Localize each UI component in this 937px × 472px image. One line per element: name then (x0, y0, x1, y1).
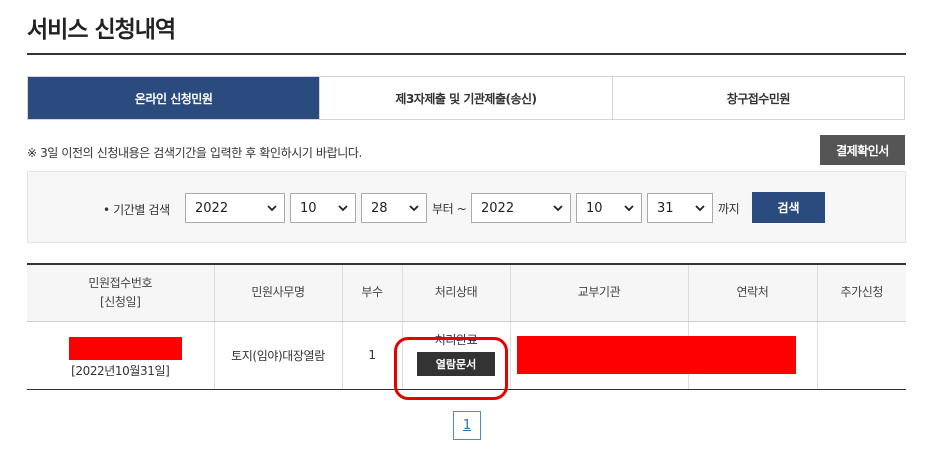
to-suffix-text: 까지 (718, 202, 740, 216)
from-month-select[interactable]: 10 (290, 193, 356, 223)
header-status: 처리상태 (401, 264, 510, 322)
notice-text: ※ 3일 이전의 신청내용은 검색기간을 입력한 후 확인하시기 바랍니다. (27, 146, 362, 160)
header-agency: 교부기관 (509, 264, 688, 322)
search-period-label: • 기간별 검색 (103, 203, 170, 217)
search-panel: • 기간별 검색 2022 10 28 부터 ~ 2022 10 31 까지 검… (27, 171, 906, 243)
chevron-down-icon (624, 205, 634, 212)
cell-agency (509, 321, 796, 390)
receipt-date: [2022년10월31일] (71, 363, 170, 378)
chevron-down-icon (409, 205, 419, 212)
chevron-down-icon (267, 205, 277, 212)
from-suffix-text: 부터 ~ (432, 202, 467, 216)
chevron-down-icon (338, 205, 348, 212)
cell-contact (687, 321, 817, 390)
header-copies: 부수 (341, 264, 402, 322)
highlight-annotation-circle (394, 337, 508, 400)
header-contact: 연락처 (687, 264, 817, 322)
from-month-value: 10 (300, 200, 317, 216)
payment-confirmation-button[interactable]: 결제확인서 (820, 135, 905, 165)
cell-copies: 1 (341, 321, 402, 390)
search-button[interactable]: 검색 (752, 192, 825, 223)
to-month-select[interactable]: 10 (576, 193, 642, 223)
to-day-value: 31 (657, 200, 674, 216)
cell-extra-request (816, 321, 906, 390)
cell-receipt-no: [2022년10월31일] (27, 321, 214, 390)
title-divider (27, 53, 906, 55)
redacted-receipt-number (69, 336, 182, 360)
from-day-value: 28 (371, 200, 388, 216)
header-receipt-no-label: 민원접수번호 (88, 275, 153, 290)
tab-bar: 온라인 신청민원 제3자제출 및 기관제출(송신) 창구접수민원 (27, 76, 905, 120)
table-header-row: 민원접수번호 [신청일] 민원사무명 부수 처리상태 교부기관 연락처 추가신청 (27, 264, 906, 322)
header-receipt-date-label: [신청일] (100, 294, 141, 309)
from-year-value: 2022 (195, 200, 229, 216)
tab-counter-application[interactable]: 창구접수민원 (612, 77, 904, 119)
to-year-select[interactable]: 2022 (471, 193, 571, 223)
to-year-value: 2022 (481, 200, 515, 216)
chevron-down-icon (553, 205, 563, 212)
header-extra-request: 추가신청 (816, 264, 906, 322)
header-service-name: 민원사무명 (213, 264, 342, 322)
to-month-value: 10 (586, 200, 603, 216)
to-day-select[interactable]: 31 (647, 193, 713, 223)
cell-service-name: 토지(임야)대장열람 (213, 321, 342, 390)
from-year-select[interactable]: 2022 (185, 193, 285, 223)
tab-online-application[interactable]: 온라인 신청민원 (28, 77, 321, 119)
tab-third-party-submission[interactable]: 제3자제출 및 기관제출(송신) (320, 77, 613, 119)
chevron-down-icon (695, 205, 705, 212)
from-day-select[interactable]: 28 (361, 193, 427, 223)
pagination-page-1[interactable]: 1 (453, 411, 481, 440)
page-title: 서비스 신청내역 (27, 17, 176, 43)
header-receipt-no: 민원접수번호 [신청일] (27, 264, 214, 322)
